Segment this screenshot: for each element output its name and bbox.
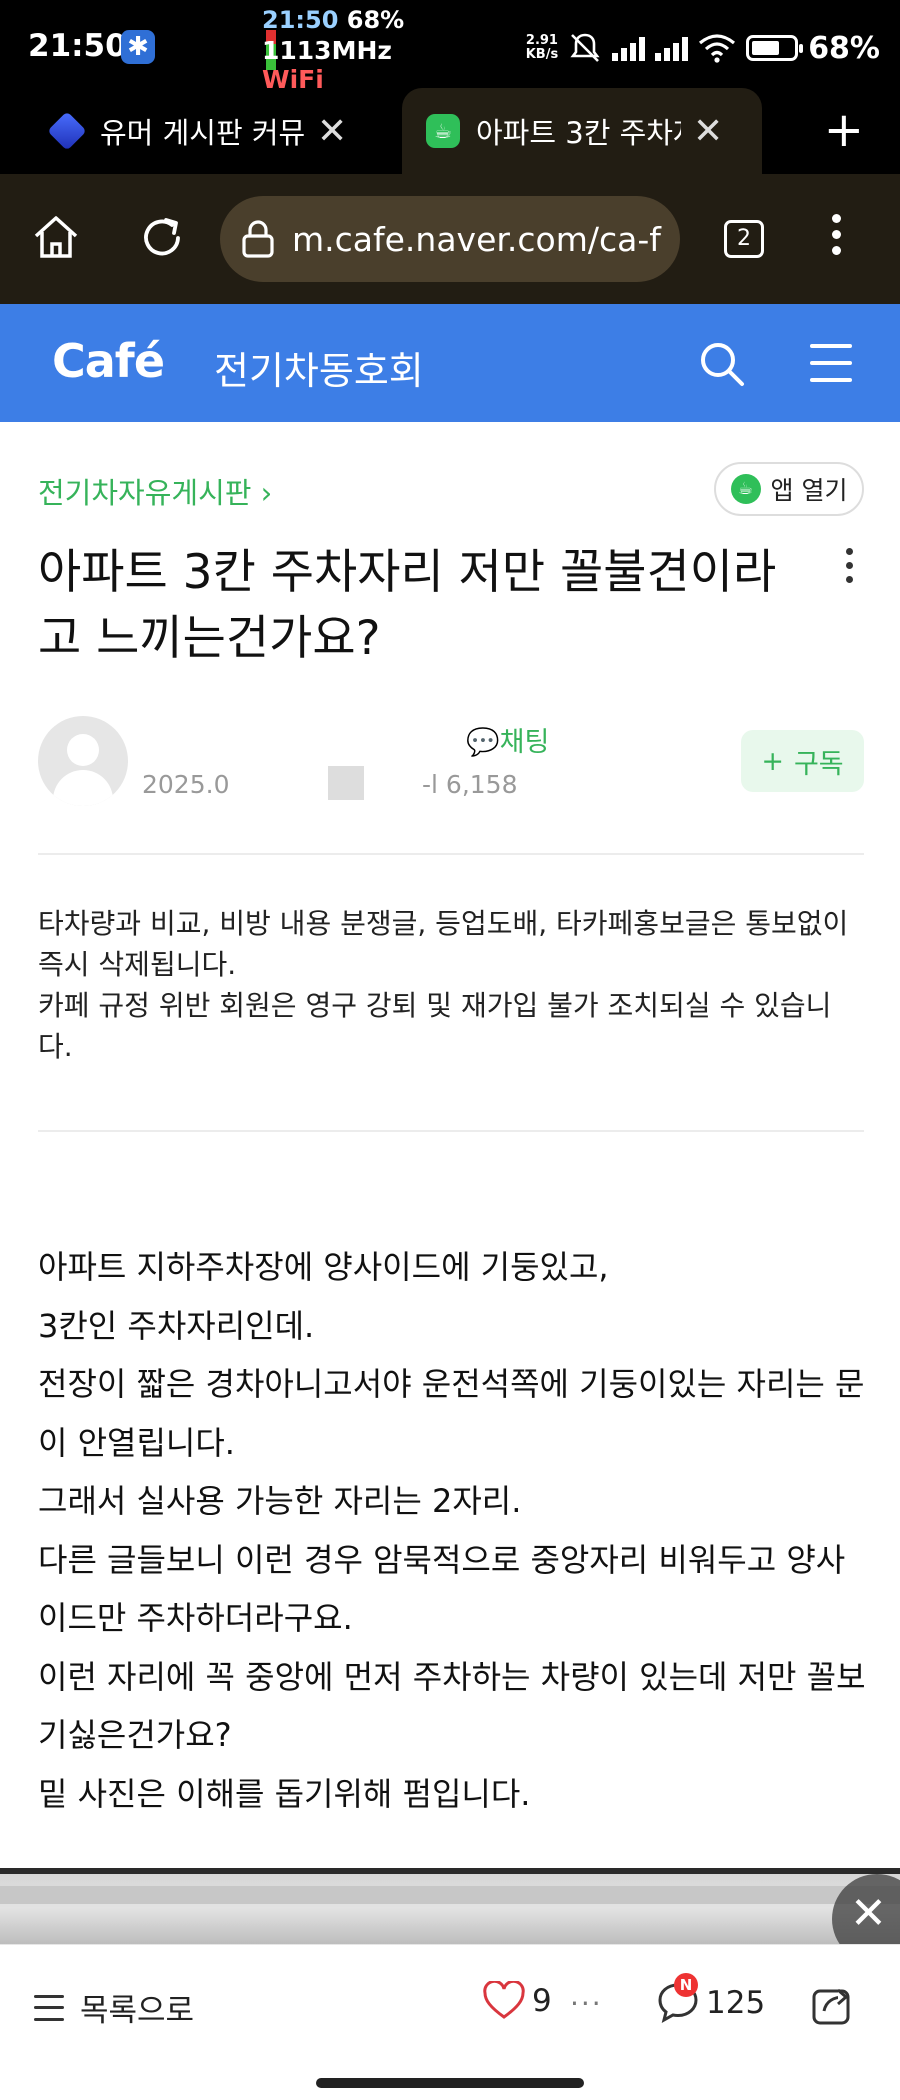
heart-icon (483, 1981, 525, 2019)
redacted-block (328, 766, 364, 800)
open-app-button[interactable]: ☕ 앱 열기 (714, 462, 864, 516)
lock-icon (242, 220, 274, 258)
tab-switcher-button[interactable]: 2 (724, 220, 764, 258)
open-app-label: 앱 열기 (770, 476, 848, 505)
body-line: 그래서 실사용 가능한 자리는 2자리. (38, 1482, 522, 1520)
body-line: 밑 사진은 이해를 돕기위해 펌입니다. (38, 1774, 531, 1813)
tab-humor-board[interactable]: 유머 게시판 커뮤니 ✕ (47, 88, 380, 174)
url-field[interactable]: m.cafe.naver.com/ca-f (220, 196, 680, 282)
cafe-header: Café 전기차동호회 (0, 304, 900, 422)
body-line: 다른 글들보니 이런 경우 암묵적으로 중앙자리 비워두고 양사이드만 주차하더… (38, 1540, 846, 1638)
chat-link[interactable]: 💬채팅 (466, 720, 549, 759)
comment-button[interactable]: N 125 (656, 1973, 766, 2025)
mute-icon (570, 33, 600, 62)
body-line: 이런 자리에 꼭 중앙에 먼저 주차하는 차량이 있는데 저만 꼴보기싫은건가요… (38, 1657, 866, 1755)
url-text: m.cafe.naver.com/ca-f (292, 219, 661, 259)
status-center-info: 21:50 68% 1113MHz WiFi (262, 6, 462, 94)
reload-icon[interactable] (134, 210, 190, 266)
body-line: 전장이 짧은 경차아니고서야 운전석쪽에 기둥이있는 자리는 문이 안열립니다. (38, 1365, 865, 1462)
comment-count: 125 (706, 1985, 766, 2021)
new-tab-button[interactable]: + (824, 102, 864, 158)
battery-percent: 68% (808, 30, 880, 66)
view-count-value: 6,158 (445, 770, 518, 799)
status-center-battery: 68% (346, 6, 405, 34)
cell-signal-2-icon (655, 35, 689, 61)
share-icon[interactable] (810, 1981, 856, 2027)
status-bar: 21:50 ✱ 21:50 68% 1113MHz WiFi 2.91 KB/s (0, 0, 900, 94)
post-title: 아파트 3칸 주차자리 저만 꼴불견이라고 느끼는건가요? (38, 545, 777, 666)
network-speed-value: 2.91 (525, 33, 558, 48)
post-date: 2025.0 (142, 770, 230, 799)
board-notice: 타차량과 비교, 비방 내용 분쟁글, 등업도배, 타카페홍보글은 통보없이 즉… (38, 903, 864, 1067)
divider (38, 853, 864, 855)
view-count: -l 6,158 (422, 770, 518, 799)
comment-icon-wrap: N (656, 1973, 702, 2025)
status-time: 21:50 (28, 28, 127, 64)
bottom-action-bar: 목록으로 9 ··· N 125 (0, 1944, 900, 2064)
network-speed: 2.91 KB/s (526, 34, 558, 62)
app-notification-icon: ✱ (121, 30, 155, 64)
post-body: 아파트 지하주차장에 양사이드에 기둥있고, 3칸인 주차자리인데. 전장이 짧… (38, 1238, 870, 1823)
post-photo[interactable] (0, 1868, 900, 1944)
more-options-icon[interactable] (842, 548, 856, 592)
cell-signal-icon (612, 35, 646, 61)
cafe-cup-icon: ☕ (730, 474, 761, 504)
browser-menu-icon[interactable] (826, 214, 846, 264)
browser-toolbar: m.cafe.naver.com/ca-f 2 (0, 174, 900, 304)
back-to-list-label: 목록으로 (80, 1993, 195, 2029)
divider (38, 1130, 864, 1132)
search-icon[interactable] (698, 340, 746, 388)
cube-icon (47, 111, 87, 151)
tab-label: 유머 게시판 커뮤니 (100, 116, 305, 150)
tab-cafe-article[interactable]: ☕ 아파트 3칸 주차자 ✕ (402, 88, 762, 174)
status-right-icons: 2.91 KB/s 68% (526, 26, 880, 70)
plus-icon: + (761, 745, 784, 777)
cafe-name[interactable]: 전기차동호회 (214, 340, 424, 395)
author-name-redacted[interactable] (142, 728, 362, 754)
tab-label: 아파트 3칸 주차자 (476, 116, 681, 150)
notice-line: 카페 규정 위반 회원은 영구 강퇴 및 재가입 불가 조치되실 수 있습니다. (38, 989, 832, 1063)
list-icon (34, 1994, 64, 2021)
board-breadcrumb-link[interactable]: 전기차자유게시판 › (38, 470, 272, 512)
avatar[interactable] (38, 716, 128, 806)
network-speed-unit: KB/s (525, 47, 559, 62)
battery-icon (746, 35, 804, 61)
subscribe-label: 구독 (793, 748, 844, 780)
back-to-list-button[interactable]: 목록으로 (34, 1985, 194, 2030)
close-icon[interactable]: ✕ (317, 111, 347, 152)
body-line: 3칸인 주차자리인데. (38, 1306, 315, 1345)
subscribe-button[interactable]: + 구독 (741, 730, 864, 792)
new-badge: N (674, 1973, 698, 1997)
hamburger-menu-icon[interactable] (810, 344, 852, 384)
status-cpu-freq: 1113MHz (262, 36, 392, 65)
home-icon[interactable] (28, 210, 84, 266)
author-row: 💬채팅 2025.0 -l 6,158 + 구독 (38, 716, 864, 816)
notice-line: 타차량과 비교, 비방 내용 분쟁글, 등업도배, 타카페홍보글은 통보없이 즉… (38, 907, 849, 981)
cafe-logo[interactable]: Café (52, 334, 165, 388)
like-button[interactable]: 9 (482, 1981, 552, 2021)
body-line: 아파트 지하주차장에 양사이드에 기둥있고, (38, 1248, 609, 1286)
chat-bubble-icon: 💬 (466, 727, 500, 758)
wifi-icon (699, 34, 736, 63)
browser-tab-strip: 유머 게시판 커뮤니 ✕ ☕ 아파트 3칸 주차자 ✕ + (0, 88, 900, 174)
chat-label: 채팅 (499, 727, 550, 758)
status-center-time: 21:50 (262, 6, 339, 34)
more-dots-icon[interactable]: ··· (570, 1987, 603, 2020)
cafe-cup-icon: ☕ (426, 114, 460, 148)
close-icon[interactable]: ✕ (693, 111, 723, 152)
like-count: 9 (532, 1983, 552, 2019)
home-indicator[interactable] (316, 2078, 584, 2088)
